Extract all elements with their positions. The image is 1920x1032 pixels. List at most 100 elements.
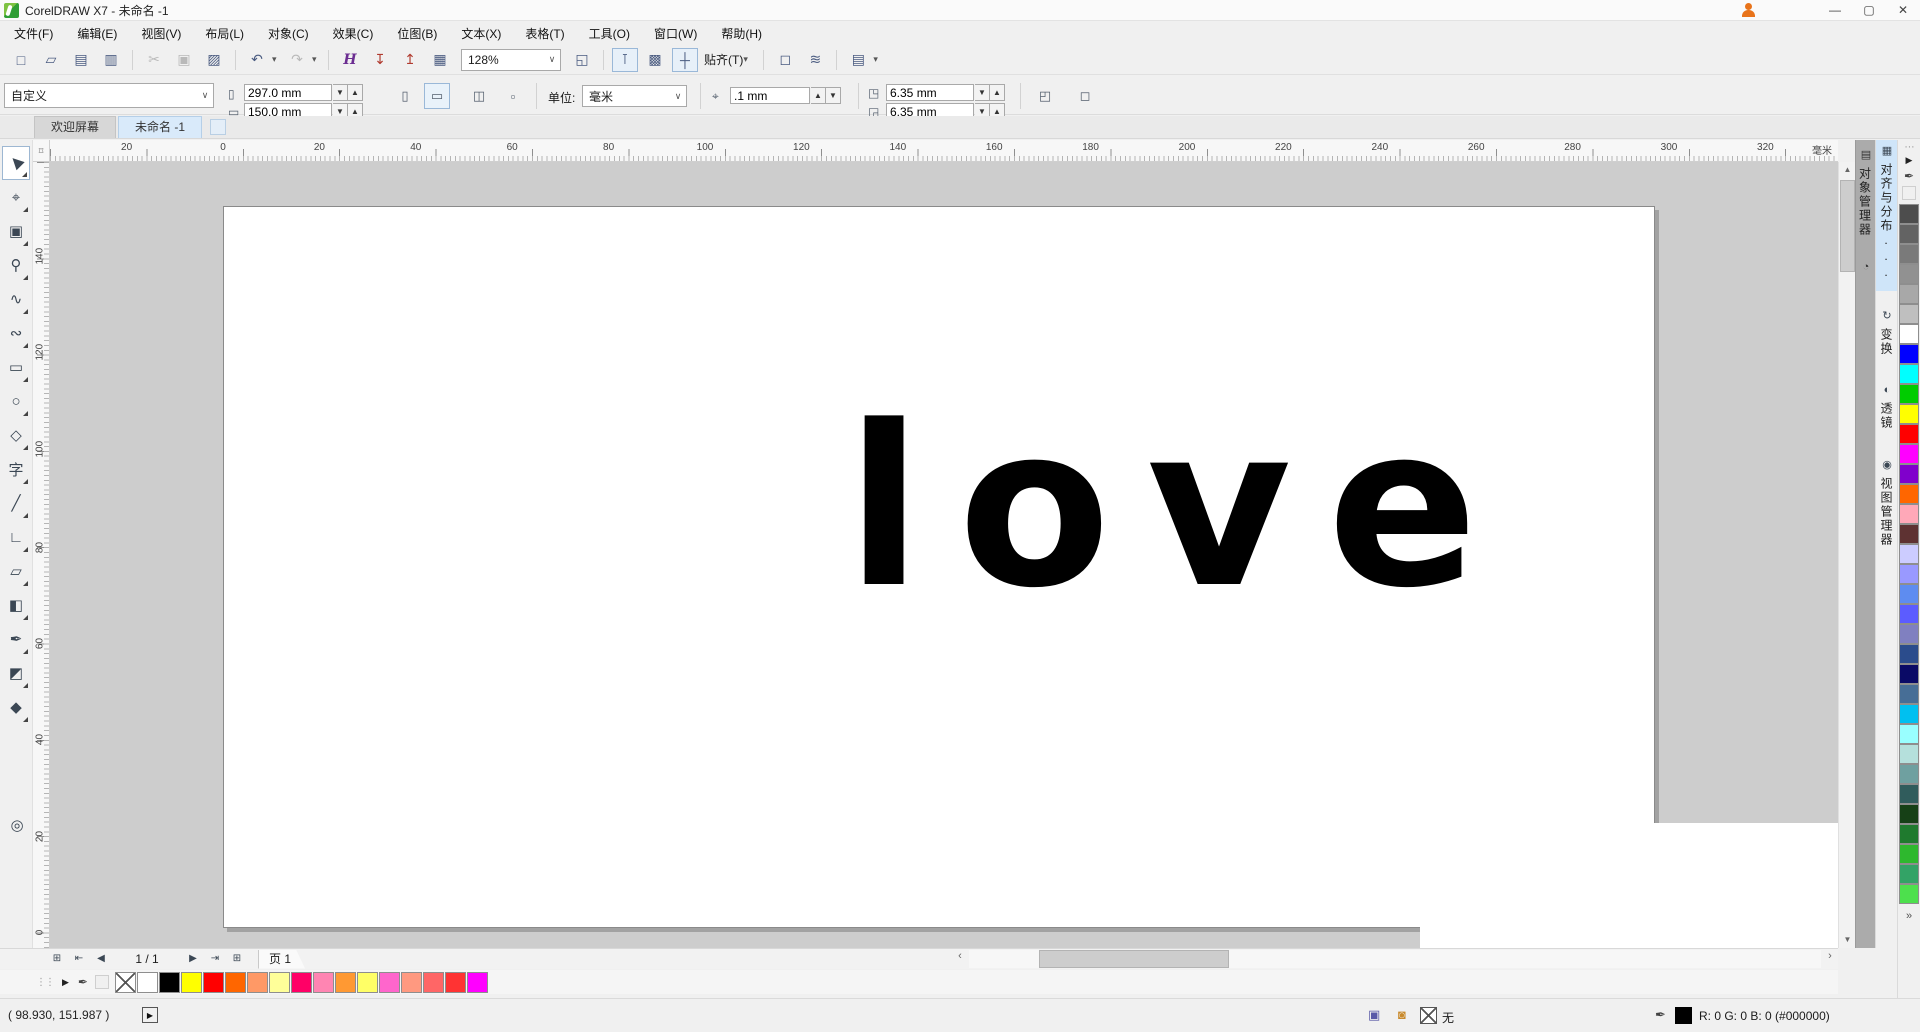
previous-page-button[interactable]: ◀	[90, 950, 112, 968]
menu-item-layout[interactable]: 布局(L)	[193, 23, 256, 45]
color-swatch[interactable]	[423, 972, 444, 993]
color-swatch[interactable]	[1899, 264, 1919, 284]
color-swatch[interactable]	[203, 972, 224, 993]
freehand-tool[interactable]: ∿	[2, 282, 30, 316]
color-swatch[interactable]	[1899, 324, 1919, 344]
toolbar-options-dropdown[interactable]: ▾	[873, 54, 883, 65]
palette-drag-handle[interactable]: ⋯	[1905, 142, 1914, 153]
copy-button[interactable]: ▣	[171, 48, 197, 72]
new-document-tab-button[interactable]	[210, 119, 226, 135]
palette-flyout-arrow[interactable]: ▶	[62, 977, 69, 988]
tab-welcome-screen[interactable]: 欢迎屏幕	[34, 116, 116, 138]
color-swatch[interactable]	[1899, 404, 1919, 424]
maximize-button[interactable]: ▢	[1852, 0, 1886, 21]
paste-button[interactable]: ▨	[201, 48, 227, 72]
scroll-right-arrow[interactable]: ›	[1822, 950, 1838, 962]
color-swatch[interactable]	[269, 972, 290, 993]
menu-item-table[interactable]: 表格(T)	[513, 23, 576, 45]
connector-tool[interactable]: ∟	[2, 520, 30, 554]
color-swatch[interactable]	[357, 972, 378, 993]
color-swatch[interactable]	[225, 972, 246, 993]
color-swatch[interactable]	[379, 972, 400, 993]
scroll-down-arrow[interactable]: ▼	[1839, 932, 1856, 948]
search-content-button[interactable]: H	[337, 48, 363, 72]
color-swatch[interactable]	[313, 972, 334, 993]
color-swatch[interactable]	[1899, 744, 1919, 764]
zoom-tool[interactable]: ⚲	[2, 248, 30, 282]
color-swatch[interactable]	[401, 972, 422, 993]
nudge-spin-down[interactable]: ▼	[826, 87, 841, 104]
text-tool[interactable]: 字	[2, 452, 30, 486]
edit-fill-tool[interactable]: ◎	[3, 808, 31, 842]
docker-tab-object-manager[interactable]: 对象管理器	[1858, 167, 1874, 237]
color-swatch[interactable]	[1899, 804, 1919, 824]
all-pages-button[interactable]: ◫	[466, 83, 492, 109]
dup-x-spin-up[interactable]: ▲	[990, 84, 1005, 101]
page-preset-combobox[interactable]: 自定义 ∨	[4, 83, 214, 108]
ellipse-tool[interactable]: ○	[2, 384, 30, 418]
vertical-scrollbar[interactable]: ▲ ▼	[1838, 162, 1855, 948]
color-swatch[interactable]	[291, 972, 312, 993]
docker-tab-lens[interactable]: ◐透镜	[1876, 380, 1898, 440]
options-button[interactable]: ◻	[772, 48, 798, 72]
color-swatch[interactable]	[1899, 704, 1919, 724]
user-account-icon[interactable]	[1740, 2, 1758, 18]
new-document-button[interactable]: □	[8, 48, 34, 72]
save-button[interactable]: ▤	[68, 48, 94, 72]
docker-tab-align-distribute[interactable]: ▦对齐与分布...	[1876, 140, 1898, 291]
color-swatch[interactable]	[467, 972, 488, 993]
show-grid-button[interactable]: ▩	[642, 48, 668, 72]
next-page-button[interactable]: ▶	[182, 950, 204, 968]
color-swatch[interactable]	[1899, 464, 1919, 484]
drop-shadow-tool[interactable]: ▱	[2, 554, 30, 588]
color-swatch[interactable]	[1899, 524, 1919, 544]
nudge-distance-field[interactable]	[730, 87, 810, 104]
cut-button[interactable]: ✂	[141, 48, 167, 72]
nudge-spin-up[interactable]: ▲	[811, 87, 826, 104]
artistic-text-object[interactable]: love	[846, 397, 1514, 619]
color-swatch[interactable]	[1899, 284, 1919, 304]
first-page-button[interactable]: ⇤	[68, 950, 90, 968]
color-swatch[interactable]	[1899, 384, 1919, 404]
color-swatch[interactable]	[1899, 204, 1919, 224]
show-rulers-button[interactable]: ⊺	[612, 48, 638, 72]
dimension-tool[interactable]: ╱	[2, 486, 30, 520]
docker-tab-view-manager[interactable]: ◉视图管理器	[1876, 454, 1898, 557]
color-swatch[interactable]	[1899, 664, 1919, 684]
color-eyedropper-tool[interactable]: ✒	[2, 622, 30, 656]
application-launcher-button[interactable]: ▦	[427, 48, 453, 72]
page-width-spin-down[interactable]: ▼	[333, 84, 348, 101]
toolbar-options-button[interactable]: ▤	[845, 48, 871, 72]
color-swatch[interactable]	[1899, 724, 1919, 744]
object-manager-icon[interactable]: ▤	[1856, 148, 1876, 161]
color-swatch[interactable]	[181, 972, 202, 993]
rectangle-tool[interactable]: ▭	[2, 350, 30, 384]
color-swatch[interactable]	[1899, 864, 1919, 884]
fillet-scallop-button[interactable]: ◰	[1032, 83, 1058, 109]
units-combobox[interactable]: 毫米 ∨	[582, 85, 687, 107]
color-swatch[interactable]	[1899, 544, 1919, 564]
color-swatch[interactable]	[1899, 884, 1919, 904]
menu-item-bitmaps[interactable]: 位图(B)	[385, 23, 449, 45]
smart-fill-tool[interactable]: ◆	[2, 690, 30, 724]
color-swatch[interactable]	[1899, 444, 1919, 464]
last-page-button[interactable]: ⇥	[204, 950, 226, 968]
color-proof-icon[interactable]: ▣	[1368, 1007, 1380, 1023]
horizontal-scrollbar[interactable]: ‹ ›	[952, 949, 1838, 969]
menu-item-text[interactable]: 文本(X)	[449, 23, 513, 45]
color-swatch[interactable]	[1899, 424, 1919, 444]
page[interactable]: love	[223, 206, 1655, 928]
color-swatch[interactable]	[1899, 604, 1919, 624]
menu-item-effects[interactable]: 效果(C)	[321, 23, 386, 45]
print-button[interactable]: ▥	[98, 48, 124, 72]
color-swatch[interactable]	[1899, 484, 1919, 504]
portrait-orientation-button[interactable]: ▯	[392, 83, 418, 109]
menu-item-window[interactable]: 窗口(W)	[642, 23, 709, 45]
menu-item-edit[interactable]: 编辑(E)	[65, 23, 129, 45]
color-swatch[interactable]	[1899, 644, 1919, 664]
transparency-tool[interactable]: ◧	[2, 588, 30, 622]
snap-to-button[interactable]: 贴齐(T) ▾	[700, 48, 757, 72]
docker-collapse-icon[interactable]: ◔	[1856, 261, 1876, 273]
ruler-origin-corner[interactable]: ⌑	[33, 140, 50, 162]
vertical-scroll-thumb[interactable]	[1840, 180, 1855, 272]
